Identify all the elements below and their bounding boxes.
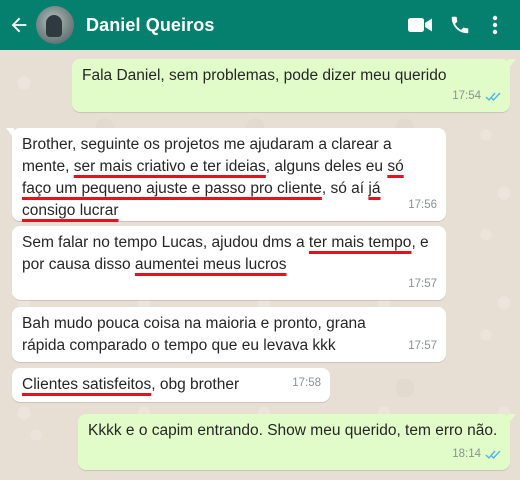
- highlighted-text: ter mais tempo: [308, 234, 412, 251]
- highlighted-text: Clientes satisfeitos: [22, 376, 152, 393]
- double-check-icon: [485, 91, 501, 102]
- message-text: Kkkk e o capim entrando. Show meu querid…: [88, 422, 498, 439]
- chat-header: Daniel Queiros: [0, 0, 520, 50]
- double-check-icon: [485, 449, 501, 460]
- video-camera-icon: [408, 18, 432, 32]
- message-meta: 18:14: [452, 443, 501, 465]
- chat-area[interactable]: Fala Daniel, sem problemas, pode dizer m…: [0, 50, 520, 480]
- message-time: 18:14: [452, 448, 481, 460]
- phone-icon: [451, 16, 469, 34]
- message-bubble-incoming[interactable]: Sem falar no tempo Lucas, ajudou dms a t…: [12, 226, 446, 300]
- message-text: Sem falar no tempo Lucas, ajudou dms a t…: [22, 232, 436, 276]
- message-meta: 17:56: [408, 194, 437, 216]
- video-call-button[interactable]: [400, 0, 440, 50]
- bubble-tail: [508, 59, 516, 69]
- message-bubble-outgoing[interactable]: Fala Daniel, sem problemas, pode dizer m…: [72, 59, 516, 112]
- message-meta: 17:57: [408, 335, 437, 357]
- message-time: 17:57: [408, 340, 437, 352]
- highlighted-text: aumentei meus lucros: [134, 256, 287, 273]
- message-bubble-incoming[interactable]: Clientes satisfeitos, obg brother 17:58: [12, 368, 330, 402]
- message-text: Brother, seguinte os projetos me ajudara…: [22, 134, 436, 222]
- message-meta: 17:57: [408, 273, 437, 295]
- message-meta: 17:58: [292, 372, 321, 394]
- back-button[interactable]: [2, 0, 36, 50]
- bubble-tail: [6, 128, 14, 138]
- highlighted-text: ser mais criativo e ter ideias: [73, 158, 266, 175]
- message-time: 17:57: [408, 278, 437, 290]
- more-options-button[interactable]: [480, 0, 510, 50]
- header-actions: [400, 0, 510, 50]
- message-text: Bah mudo pouca coisa na maioria e pronto…: [22, 315, 366, 354]
- text-segment: , só aí: [321, 180, 369, 197]
- voice-call-button[interactable]: [440, 0, 480, 50]
- message-text: Fala Daniel, sem problemas, pode dizer m…: [82, 67, 447, 84]
- bubble-tail: [508, 414, 516, 424]
- text-segment: , obg brother: [151, 376, 240, 393]
- message-meta: 17:54: [452, 85, 501, 107]
- arrow-left-icon: [11, 17, 27, 33]
- more-vertical-icon: [492, 15, 498, 35]
- message-bubble-incoming[interactable]: Brother, seguinte os projetos me ajudara…: [6, 128, 446, 222]
- message-bubble-incoming[interactable]: Bah mudo pouca coisa na maioria e pronto…: [12, 307, 446, 362]
- message-time: 17:58: [292, 377, 321, 389]
- message-time: 17:56: [408, 199, 437, 211]
- message-time: 17:54: [452, 90, 481, 102]
- contact-name[interactable]: Daniel Queiros: [86, 15, 400, 36]
- avatar[interactable]: [36, 6, 74, 44]
- text-segment: Sem falar no tempo Lucas, ajudou dms a: [22, 234, 309, 251]
- text-segment: , alguns deles eu: [265, 158, 388, 175]
- message-bubble-outgoing[interactable]: Kkkk e o capim entrando. Show meu querid…: [78, 414, 516, 470]
- message-text: Clientes satisfeitos, obg brother: [22, 374, 320, 396]
